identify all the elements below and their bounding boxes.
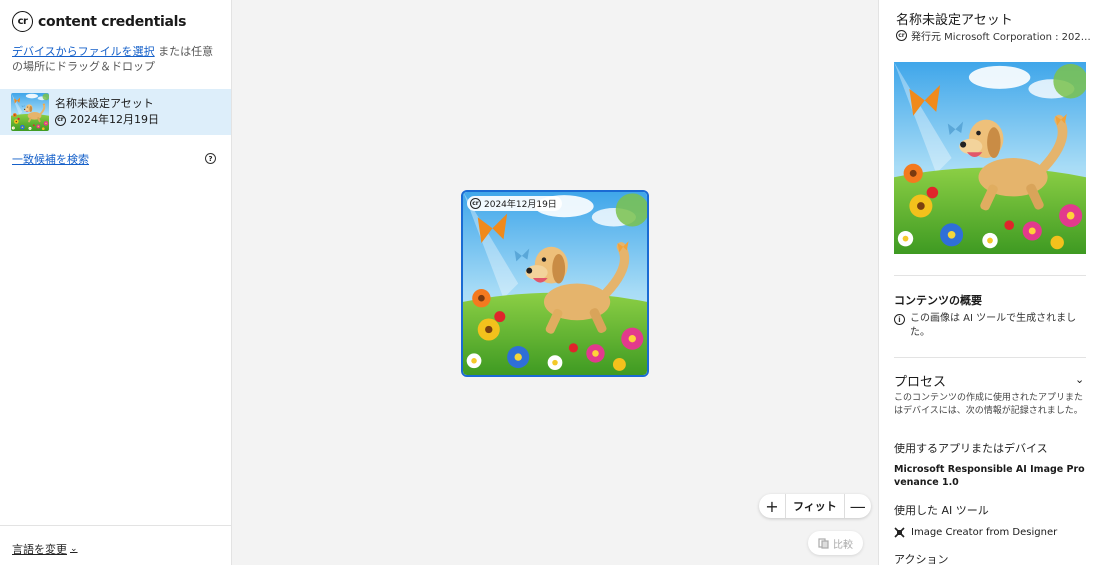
asset-preview-image bbox=[894, 62, 1086, 254]
compare-label: 比較 bbox=[833, 539, 853, 551]
zoom-fit-button[interactable]: フィット bbox=[785, 494, 845, 518]
asset-list-item[interactable]: 名称未設定アセット cr 2024年12月19日 bbox=[0, 89, 231, 135]
select-file-link[interactable]: デバイスからファイルを選択 bbox=[12, 45, 155, 58]
change-language-label: 言語を変更 bbox=[12, 543, 67, 556]
asset-date: 2024年12月19日 bbox=[70, 113, 159, 126]
credential-badge: cr 2024年12月19日 bbox=[467, 196, 562, 211]
search-matches-link[interactable]: 一致候補を検索 bbox=[12, 151, 89, 167]
ai-tool-value: Image Creator from Designer bbox=[911, 527, 1058, 538]
process-heading[interactable]: プロセス bbox=[894, 371, 946, 390]
asset-image bbox=[463, 192, 647, 375]
summary-row: i この画像は AI ツールで生成されました。 bbox=[894, 312, 1089, 340]
zoom-controls: + フィット — bbox=[759, 494, 871, 518]
panel-title: 名称未設定アセット bbox=[896, 13, 1013, 28]
content-credential-icon: cr bbox=[470, 198, 481, 209]
upload-instructions: デバイスからファイルを選択 または任意の場所にドラッグ＆ドロップ bbox=[12, 44, 224, 74]
content-credential-icon: cr bbox=[55, 114, 66, 126]
app-name: content credentials bbox=[38, 13, 187, 30]
zoom-out-button[interactable]: — bbox=[845, 494, 871, 518]
summary-heading: コンテンツの概要 bbox=[894, 294, 982, 307]
ai-tool-label: 使用した AI ツール bbox=[894, 504, 989, 517]
issuer-text: 発行元 Microsoft Corporation : 2024年12月19日 bbox=[911, 32, 1096, 43]
asset-name: 名称未設定アセット bbox=[55, 97, 154, 110]
app-device-value: Microsoft Responsible AI Image Provenanc… bbox=[894, 464, 1085, 488]
divider bbox=[894, 357, 1086, 358]
issuer-info: cr 発行元 Microsoft Corporation : 2024年12月1… bbox=[896, 28, 1096, 43]
content-credentials-logo-icon: cr bbox=[12, 11, 33, 32]
app-logo: cr content credentials bbox=[12, 11, 186, 32]
chevron-down-icon: ⌄ bbox=[70, 544, 78, 554]
designer-tool-icon bbox=[894, 527, 905, 538]
compare-icon bbox=[818, 537, 829, 549]
asset-thumbnail bbox=[11, 93, 49, 131]
compare-button[interactable]: 比較 bbox=[808, 531, 863, 555]
help-icon[interactable]: ? bbox=[205, 153, 216, 164]
zoom-in-button[interactable]: + bbox=[759, 494, 785, 518]
app-device-label: 使用するアプリまたはデバイス bbox=[894, 442, 1048, 455]
ai-tool-row: Image Creator from Designer bbox=[894, 527, 1057, 538]
divider bbox=[894, 275, 1086, 276]
summary-text: この画像は AI ツールで生成されました。 bbox=[910, 313, 1077, 338]
details-panel: 名称未設定アセット cr 発行元 Microsoft Corporation :… bbox=[878, 0, 1101, 565]
content-credential-icon: cr bbox=[896, 30, 907, 41]
actions-label: アクション bbox=[894, 553, 949, 565]
info-icon: i bbox=[894, 314, 905, 325]
credential-date: 2024年12月19日 bbox=[484, 200, 557, 210]
change-language-link[interactable]: 言語を変更 ⌄ bbox=[12, 541, 78, 557]
chevron-down-icon[interactable]: ⌄ bbox=[1075, 373, 1084, 386]
sidebar-footer: 言語を変更 ⌄ bbox=[0, 525, 231, 565]
left-sidebar: cr content credentials デバイスからファイルを選択 または… bbox=[0, 0, 232, 565]
asset-card[interactable]: cr 2024年12月19日 bbox=[461, 190, 649, 377]
process-description: このコンテンツの作成に使用されたアプリまたはデバイスには、次の情報が記録されまし… bbox=[894, 393, 1084, 416]
